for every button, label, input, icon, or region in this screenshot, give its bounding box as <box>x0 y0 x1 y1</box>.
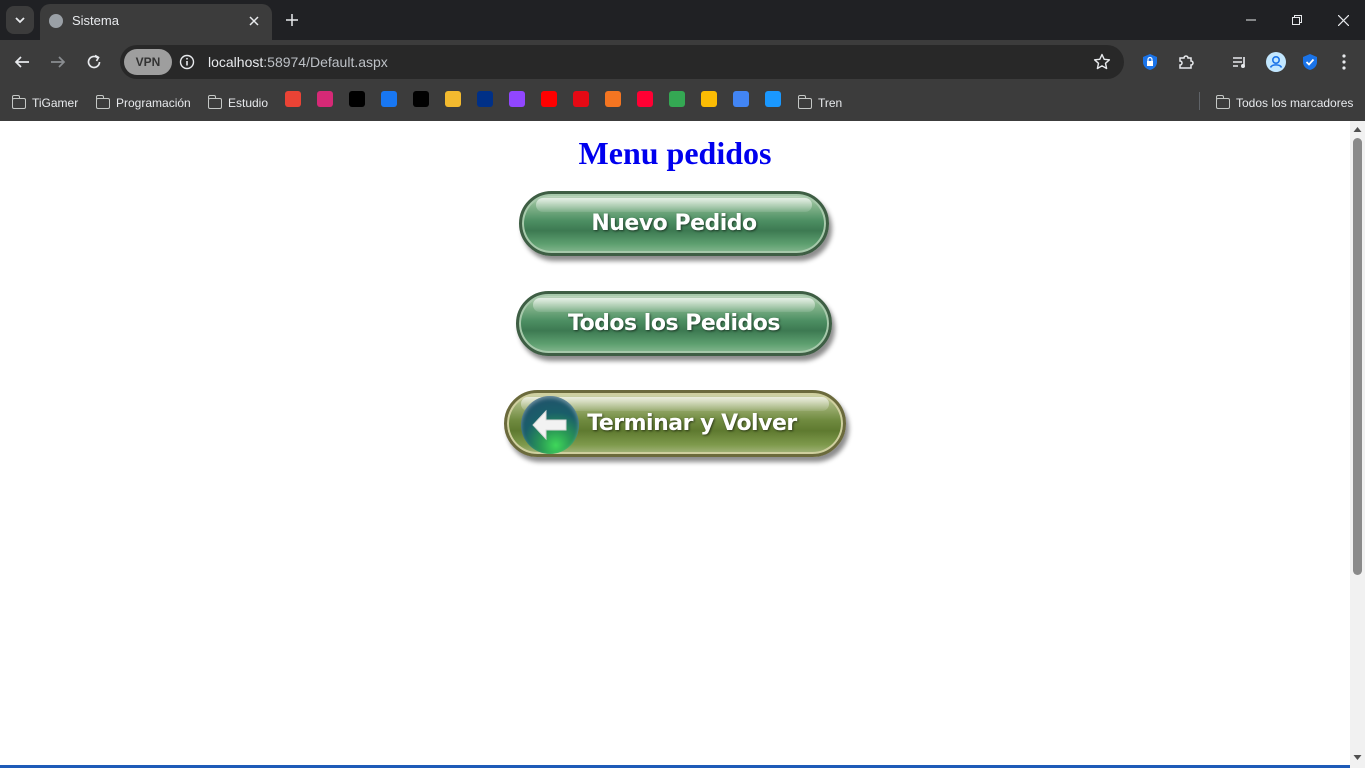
bookmark-label: TiGamer <box>32 96 79 110</box>
x-icon[interactable] <box>349 91 365 107</box>
site-info-icon[interactable] <box>178 53 196 71</box>
bookmark-folder-estudio[interactable]: Estudio <box>207 92 269 114</box>
plus-icon <box>286 14 298 26</box>
button-label: Terminar y Volver <box>587 411 797 436</box>
bookmark-label: Todos los marcadores <box>1236 96 1354 110</box>
button-label: Todos los Pedidos <box>567 311 781 336</box>
todos-los-pedidos-button[interactable]: Todos los Pedidos <box>516 291 832 356</box>
tiktok-icon[interactable] <box>413 91 429 107</box>
button-label: Nuevo Pedido <box>591 211 757 236</box>
folder-icon <box>11 94 26 109</box>
paypal-icon[interactable] <box>477 91 493 107</box>
shield-check-icon <box>1303 54 1317 70</box>
close-icon <box>249 16 259 26</box>
bookmark-label: Estudio <box>228 96 269 110</box>
extensions-button[interactable] <box>1174 50 1198 74</box>
arrow-right-icon <box>51 56 66 68</box>
folder-icon <box>797 94 812 109</box>
netflix-icon[interactable] <box>573 91 589 107</box>
arrow-left-icon <box>14 56 29 68</box>
bookmark-label: Tren <box>818 96 843 110</box>
tab-sistema[interactable]: Sistema <box>40 4 272 40</box>
bookmark-folder-tren[interactable]: Tren <box>797 92 843 114</box>
media-controls-button[interactable] <box>1228 50 1252 74</box>
info-icon <box>179 54 195 70</box>
browser-toolbar: VPN localhost:58974/Default.aspx <box>0 40 1365 85</box>
all-bookmarks-button[interactable]: Todos los marcadores <box>1215 92 1354 114</box>
reload-icon <box>87 54 101 69</box>
url-path: :58974/Default.aspx <box>263 54 388 70</box>
facebook-icon[interactable] <box>381 91 397 107</box>
address-bar[interactable]: VPN localhost:58974/Default.aspx <box>120 45 1124 79</box>
shield-lock-icon <box>1143 54 1157 70</box>
puzzle-icon <box>1179 55 1194 69</box>
url-host: localhost <box>208 54 264 70</box>
forward-button[interactable] <box>44 48 72 76</box>
youtube-icon[interactable] <box>541 91 557 107</box>
close-icon <box>1337 14 1349 26</box>
tab-strip: Sistema <box>0 0 1365 40</box>
google-maps-icon[interactable] <box>669 91 685 107</box>
twitch-icon[interactable] <box>509 91 525 107</box>
bookmark-folder-tigamer[interactable]: TiGamer <box>11 92 79 114</box>
terminar-y-volver-button[interactable]: Terminar y Volver <box>504 390 846 457</box>
scroll-thumb[interactable] <box>1353 138 1362 575</box>
chevron-down-icon <box>15 17 25 24</box>
close-window-button[interactable] <box>1320 0 1365 40</box>
more-vertical-icon <box>1342 54 1346 70</box>
scroll-down-arrow-icon[interactable] <box>1353 753 1362 762</box>
profile-button[interactable] <box>1264 50 1288 74</box>
prime-video-icon[interactable] <box>765 91 781 107</box>
tab-search-button[interactable] <box>6 6 34 34</box>
vpn-label: VPN <box>135 55 161 69</box>
minimize-button[interactable] <box>1228 0 1274 40</box>
bookmark-star-button[interactable] <box>1092 52 1112 72</box>
browser-menu-button[interactable] <box>1332 50 1356 74</box>
password-manager-button[interactable] <box>1138 50 1162 74</box>
new-tab-button[interactable] <box>280 8 304 32</box>
folder-icon <box>207 94 222 109</box>
folder-icon <box>1215 94 1230 109</box>
page-content: Menu pedidos Nuevo Pedido Todos los Pedi… <box>0 121 1350 768</box>
url-text[interactable]: localhost:58974/Default.aspx <box>208 54 388 70</box>
google-drive-icon[interactable] <box>701 91 717 107</box>
nuevo-pedido-button[interactable]: Nuevo Pedido <box>519 191 829 256</box>
page-title: Menu pedidos <box>578 135 772 171</box>
page-scrollbar[interactable] <box>1350 121 1365 768</box>
back-button[interactable] <box>8 48 36 76</box>
scroll-up-arrow-icon[interactable] <box>1353 125 1362 134</box>
gmail-icon[interactable] <box>285 91 301 107</box>
avatar-icon <box>1266 52 1286 72</box>
bookmarks-separator <box>1199 92 1200 110</box>
star-icon <box>1093 53 1111 70</box>
globe-icon <box>49 14 63 28</box>
youtube-music-icon[interactable] <box>637 91 653 107</box>
tab-title: Sistema <box>72 13 119 28</box>
instagram-icon[interactable] <box>317 91 333 107</box>
reload-button[interactable] <box>80 48 108 76</box>
security-extension-button[interactable] <box>1298 50 1322 74</box>
binance-icon[interactable] <box>445 91 461 107</box>
vpn-button[interactable]: VPN <box>124 49 172 75</box>
tab-close-button[interactable] <box>244 11 264 31</box>
bookmark-folder-programacion[interactable]: Programación <box>95 92 191 114</box>
bookmark-label: Programación <box>116 96 191 110</box>
folder-icon <box>95 94 110 109</box>
queue-music-icon <box>1233 57 1245 68</box>
crunchyroll-icon[interactable] <box>605 91 621 107</box>
restore-icon <box>1292 15 1302 25</box>
restore-button[interactable] <box>1274 0 1320 40</box>
google-translate-icon[interactable] <box>733 91 749 107</box>
minimize-icon <box>1246 19 1256 21</box>
